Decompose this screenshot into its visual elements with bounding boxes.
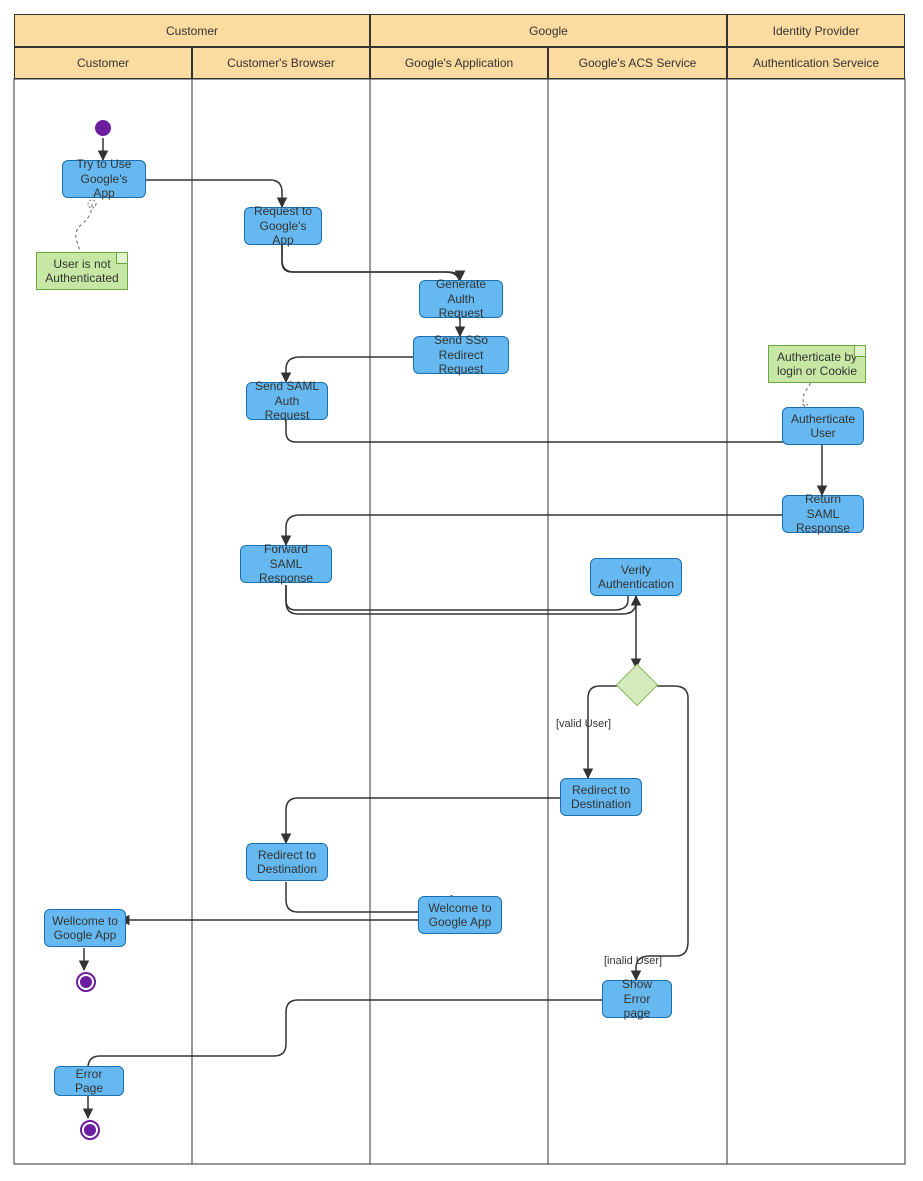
activity-request-app: Request to Google's App [244,207,322,245]
label: Customer [77,56,129,70]
label: Redirect to Destination [253,848,321,877]
lane-subheader-auth-service: Authentication Serveice [727,47,905,79]
label: Show Error page [609,977,665,1020]
label: Welcome to Google App [425,901,495,930]
label: Google [529,24,568,38]
activity-redirect-browser: Redirect to Destination [246,843,328,881]
note-fold-icon [116,253,127,264]
lane-subheader-customer: Customer [14,47,192,79]
activity-generate-auth: Generate Aulth Request [419,280,503,318]
label: Try to Use Google's App [69,157,139,200]
label: Verify Authentication [597,563,675,592]
label: Authentication Serveice [753,56,879,70]
label: User is not Authenticated [41,257,123,286]
label: Send SAML Auth Request [253,379,321,422]
activity-show-error: Show Error page [602,980,672,1018]
activity-try-use: Try to Use Google's App [62,160,146,198]
lane-header-customer: Customer [14,14,370,47]
label: Send SSo Redirect Request [420,333,502,376]
label: Autherticate User [789,412,857,441]
activity-return-saml: Return SAML Response [782,495,864,533]
note-fold-icon [854,346,865,357]
final-node-2 [80,1120,100,1140]
label: Error Page [61,1067,117,1096]
initial-node [95,120,111,136]
label: Customer's Browser [227,56,335,70]
label: Autherticate by login or Cookie [773,350,861,379]
note-not-authenticated: User is not Authenticated [36,252,128,290]
guard-invalid: [inalid User] [604,955,662,967]
activity-send-sso: Send SSo Redirect Request [413,336,509,374]
lane-subheader-browser: Customer's Browser [192,47,370,79]
activity-redirect-acs: Redirect to Destination [560,778,642,816]
activity-diagram: Customer Google Identity Provider Custom… [0,0,923,1181]
activity-verify-auth: Verify Authentication [590,558,682,596]
label: Identity Provider [773,24,860,38]
lane-header-idp: Identity Provider [727,14,905,47]
guard-valid: [valid User] [556,718,611,730]
final-node-1 [76,972,96,992]
label: Google's ACS Service [579,56,697,70]
activity-wellcome-customer: Wellcome to Google App [44,909,126,947]
activity-welcome-app: Welcome to Google App [418,896,502,934]
label: Wellcome to Google App [51,914,119,943]
label: Forward SAML Response [247,542,325,585]
lane-subheader-google-acs: Google's ACS Service [548,47,727,79]
lane-header-google: Google [370,14,727,47]
activity-forward-saml: Forward SAML Response [240,545,332,583]
label: Redirect to Destination [567,783,635,812]
lane-subheader-google-app: Google's Application [370,47,548,79]
note-auth-by: Autherticate by login or Cookie [768,345,866,383]
label: Google's Application [405,56,513,70]
label: Customer [166,24,218,38]
activity-send-saml: Send SAML Auth Request [246,382,328,420]
activity-auth-user: Autherticate User [782,407,864,445]
label: Generate Aulth Request [426,277,496,320]
activity-error-page: Error Page [54,1066,124,1096]
label: Return SAML Response [789,492,857,535]
label: Request to Google's App [251,204,315,247]
